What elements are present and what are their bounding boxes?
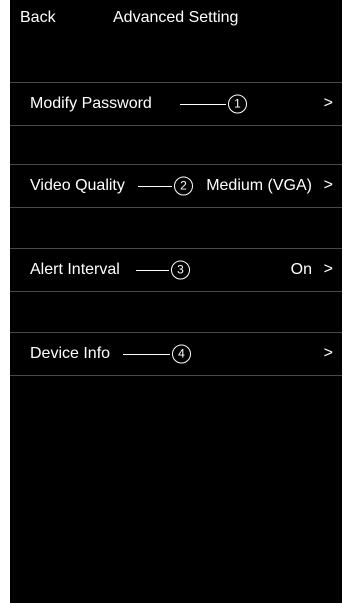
row-divider xyxy=(10,207,342,208)
row-divider xyxy=(10,82,342,83)
callout-line xyxy=(180,104,226,105)
alert-interval-label: Alert Interval xyxy=(30,261,120,278)
row-divider xyxy=(10,375,342,376)
row-divider xyxy=(10,332,342,333)
video-quality-row[interactable]: Video Quality 2 Medium (VGA) > xyxy=(10,164,342,208)
chevron-right-icon: > xyxy=(323,260,333,278)
device-info-row[interactable]: Device Info 4 > xyxy=(10,332,342,376)
modify-password-label: Modify Password xyxy=(30,95,152,112)
chevron-right-icon: > xyxy=(323,94,333,112)
advanced-setting-screen: Back Advanced Setting Modify Password 1 … xyxy=(10,0,342,603)
callout-number-4: 4 xyxy=(172,344,191,364)
row-divider xyxy=(10,164,342,165)
callout-line xyxy=(138,186,172,187)
back-button[interactable]: Back xyxy=(20,9,56,27)
callout-number-3: 3 xyxy=(171,260,190,280)
callout-number-1: 1 xyxy=(228,94,247,114)
video-quality-label: Video Quality xyxy=(30,177,125,194)
device-info-label: Device Info xyxy=(30,345,111,362)
chevron-right-icon: > xyxy=(323,176,333,194)
chevron-right-icon: > xyxy=(323,344,333,362)
row-divider xyxy=(10,125,342,126)
callout-number-2: 2 xyxy=(174,176,193,196)
alert-interval-row[interactable]: Alert Interval 3 On > xyxy=(10,248,342,292)
modify-password-row[interactable]: Modify Password 1 > xyxy=(10,82,342,126)
video-quality-value: Medium (VGA) xyxy=(206,177,312,194)
callout-line xyxy=(123,354,170,355)
row-divider xyxy=(10,248,342,249)
callout-line xyxy=(136,270,169,271)
page-title: Advanced Setting xyxy=(113,9,239,26)
alert-interval-value: On xyxy=(290,261,312,278)
row-divider xyxy=(10,291,342,292)
